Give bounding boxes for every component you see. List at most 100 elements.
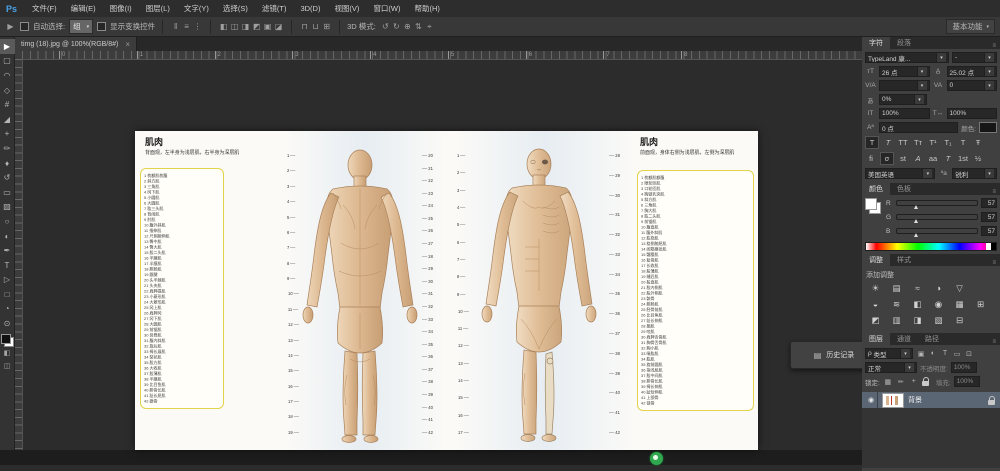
close-icon[interactable]: × bbox=[125, 40, 130, 49]
gradient-tool[interactable]: ▨ bbox=[0, 200, 15, 215]
invert-icon[interactable]: ◩ bbox=[867, 314, 884, 326]
channel-value[interactable]: 57 bbox=[981, 226, 997, 236]
lasso-tool[interactable]: ◠ bbox=[0, 68, 15, 83]
3d-roll-icon[interactable]: ↻ bbox=[391, 22, 402, 32]
layer-row-background[interactable]: ◉ 背景 bbox=[862, 392, 1000, 408]
quick-select-tool[interactable]: ◇ bbox=[0, 83, 15, 98]
text-style-button[interactable]: T bbox=[865, 136, 879, 149]
threshold-icon[interactable]: ◨ bbox=[909, 314, 926, 326]
arrange-icon[interactable]: ⊞ bbox=[321, 22, 332, 31]
tab-adjustments[interactable]: 调整 bbox=[862, 254, 890, 266]
blur-tool[interactable]: ○ bbox=[0, 214, 15, 229]
document-tab[interactable]: timg (18).jpg @ 100%(RGB/8#) × bbox=[15, 37, 137, 51]
lock-transparent-icon[interactable]: ▦ bbox=[883, 378, 893, 386]
clone-stamp-tool[interactable]: ♦ bbox=[0, 156, 15, 171]
layers-list-empty-area[interactable] bbox=[862, 408, 1000, 468]
workspace-switcher-button[interactable]: 基本功能 ▾ bbox=[946, 19, 995, 34]
menu-item[interactable]: 帮助(H) bbox=[408, 0, 447, 17]
antialias-dropdown[interactable]: 锐利 ▾ bbox=[952, 168, 997, 179]
menu-item[interactable]: 视图(V) bbox=[327, 0, 366, 17]
tab-layers[interactable]: 图层 bbox=[862, 333, 890, 345]
curves-icon[interactable]: ≈ bbox=[909, 282, 926, 294]
crop-tool[interactable]: # bbox=[0, 97, 15, 112]
3d-drag-icon[interactable]: ⊕ bbox=[402, 22, 413, 32]
vertical-ruler[interactable] bbox=[15, 59, 23, 450]
menu-item[interactable]: 图像(I) bbox=[103, 0, 139, 17]
pen-tool[interactable]: ✒ bbox=[0, 243, 15, 258]
lock-all-icon[interactable] bbox=[922, 381, 929, 386]
brightness-contrast-icon[interactable]: ☀ bbox=[867, 282, 884, 294]
align-vcenter-icon[interactable]: ▣ bbox=[262, 22, 273, 31]
channel-mixer-icon[interactable]: ▦ bbox=[951, 298, 968, 310]
kerning-field[interactable]: ▾ bbox=[879, 80, 930, 91]
text-style-button[interactable]: TT bbox=[897, 137, 909, 148]
color-lookup-icon[interactable]: ⊞ bbox=[972, 298, 989, 310]
auto-select-checkbox[interactable] bbox=[20, 22, 29, 31]
filter-pixel-icon[interactable]: ▣ bbox=[916, 350, 926, 358]
text-style-button[interactable]: Tт bbox=[912, 137, 924, 148]
opentype-button[interactable]: st bbox=[897, 153, 909, 164]
align-right-icon[interactable]: ◨ bbox=[240, 22, 251, 31]
marquee-tool[interactable]: ▢ bbox=[0, 54, 15, 69]
leading-field[interactable]: 25.02 点 ▾ bbox=[947, 66, 998, 77]
photo-filter-icon[interactable]: ◉ bbox=[930, 298, 947, 310]
menu-item[interactable]: 文字(Y) bbox=[177, 0, 216, 17]
fill-field[interactable]: 100% bbox=[954, 376, 980, 387]
blend-mode-dropdown[interactable]: 正常 ▾ bbox=[865, 362, 917, 373]
gradient-map-icon[interactable]: ▧ bbox=[930, 314, 947, 326]
menu-item[interactable]: 图层(L) bbox=[139, 0, 177, 17]
channel-slider[interactable] bbox=[896, 214, 978, 220]
color-swatches[interactable] bbox=[1, 334, 14, 347]
text-style-button[interactable]: Ŧ bbox=[972, 137, 984, 148]
tab-channels[interactable]: 通道 bbox=[890, 333, 918, 345]
foreground-color-swatch[interactable] bbox=[1, 334, 11, 344]
menu-item[interactable]: 编辑(E) bbox=[64, 0, 103, 17]
filter-type-icon[interactable]: T bbox=[940, 350, 950, 358]
align-bottom-icon[interactable]: ◪ bbox=[273, 22, 284, 31]
3d-slide-icon[interactable]: ⇅ bbox=[413, 22, 424, 32]
channel-slider[interactable] bbox=[896, 200, 978, 206]
eyedropper-tool[interactable]: ◢ bbox=[0, 112, 15, 127]
selective-color-icon[interactable]: ⊟ bbox=[951, 314, 968, 326]
distribute-vertical-icon[interactable]: ‖ bbox=[170, 22, 181, 31]
posterize-icon[interactable]: ▥ bbox=[888, 314, 905, 326]
type-tool[interactable]: T bbox=[0, 258, 15, 273]
filter-smart-icon[interactable]: ⊡ bbox=[964, 350, 974, 358]
color-spectrum-bar[interactable] bbox=[865, 242, 997, 251]
language-dropdown[interactable]: 美国英语 ▾ bbox=[865, 168, 935, 179]
align-hcenter-icon[interactable]: ◫ bbox=[229, 22, 240, 31]
text-style-button[interactable]: T bbox=[957, 137, 969, 148]
tab-paragraph[interactable]: 段落 bbox=[890, 37, 918, 49]
tab-color[interactable]: 颜色 bbox=[862, 183, 890, 195]
move-tool[interactable]: ▶ bbox=[0, 39, 15, 54]
distribute-horizontal-icon[interactable]: ≡ bbox=[181, 22, 192, 31]
opentype-button[interactable]: 1st bbox=[957, 153, 969, 164]
layer-filter-dropdown[interactable]: ρ 类型 ▾ bbox=[865, 348, 913, 359]
auto-blend-icon[interactable]: ⊔ bbox=[310, 22, 321, 31]
shape-tool[interactable]: □ bbox=[0, 287, 15, 302]
baseline-shift-field[interactable]: 0 点 bbox=[879, 122, 958, 133]
channel-value[interactable]: 57 bbox=[981, 198, 997, 208]
brush-tool[interactable]: ✏ bbox=[0, 141, 15, 156]
auto-select-dropdown[interactable]: 组 ▾ bbox=[69, 19, 93, 34]
opentype-button[interactable]: σ bbox=[880, 152, 894, 165]
tab-swatches[interactable]: 色板 bbox=[890, 183, 918, 195]
channel-value[interactable]: 57 bbox=[981, 212, 997, 222]
font-style-dropdown[interactable]: - ▾ bbox=[952, 52, 997, 63]
menu-item[interactable]: 3D(D) bbox=[293, 0, 327, 17]
text-style-button[interactable]: T₁ bbox=[942, 137, 954, 148]
quick-mask-icon[interactable]: ◧ bbox=[0, 347, 15, 360]
horizontal-ruler[interactable]: 012345678 bbox=[22, 51, 862, 60]
auto-align-icon[interactable]: ⊓ bbox=[299, 22, 310, 31]
hand-tool[interactable]: ◔ bbox=[0, 302, 15, 317]
distribute-stack-icon[interactable]: ⋮ bbox=[192, 22, 203, 31]
lock-position-icon[interactable]: + bbox=[909, 378, 919, 386]
font-size-field[interactable]: 26 点 ▾ bbox=[879, 66, 930, 77]
color-balance-icon[interactable]: ≋ bbox=[888, 298, 905, 310]
3d-scale-icon[interactable]: ⌖ bbox=[424, 22, 435, 32]
slider-thumb[interactable] bbox=[914, 233, 918, 237]
menu-item[interactable]: 文件(F) bbox=[25, 0, 64, 17]
document-canvas[interactable]: 肌肉 背面观，左半身为浅层肌，右半身为深层肌 1 枕额肌枕腹2 斜方肌3 三角肌… bbox=[135, 131, 758, 450]
slider-thumb[interactable] bbox=[914, 219, 918, 223]
3d-rotate-icon[interactable]: ↺ bbox=[380, 22, 391, 32]
